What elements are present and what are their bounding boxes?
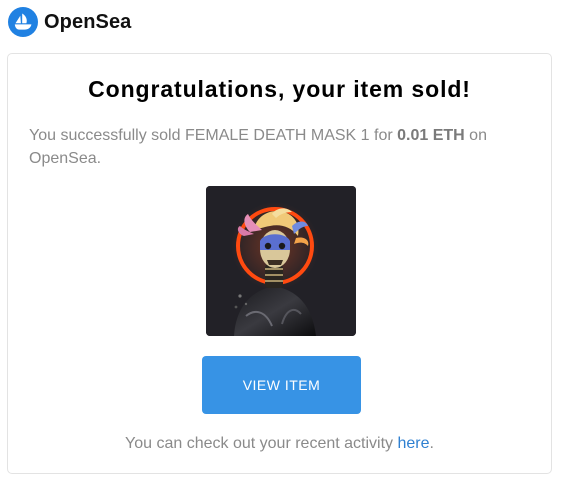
recent-activity-suffix: . bbox=[429, 435, 434, 452]
email-card: Congratulations, your item sold! You suc… bbox=[7, 53, 552, 474]
recent-activity-text: You can check out your recent activity h… bbox=[8, 435, 551, 453]
brand-name[interactable]: OpenSea bbox=[44, 11, 131, 34]
recent-activity-prefix: You can check out your recent activity bbox=[125, 435, 398, 452]
sale-price: 0.01 ETH bbox=[397, 127, 465, 144]
opensea-logo-icon[interactable] bbox=[8, 7, 38, 37]
sale-message-prefix: You successfully sold FEMALE DEATH MASK … bbox=[29, 127, 398, 144]
nft-artwork bbox=[206, 186, 356, 336]
nft-image[interactable] bbox=[206, 186, 356, 336]
sale-message: You successfully sold FEMALE DEATH MASK … bbox=[29, 124, 531, 170]
sold-title: Congratulations, your item sold! bbox=[88, 76, 471, 102]
recent-activity-link[interactable]: here bbox=[397, 435, 429, 452]
email-header: OpenSea bbox=[8, 7, 131, 37]
view-item-button[interactable]: VIEW ITEM bbox=[202, 356, 361, 414]
